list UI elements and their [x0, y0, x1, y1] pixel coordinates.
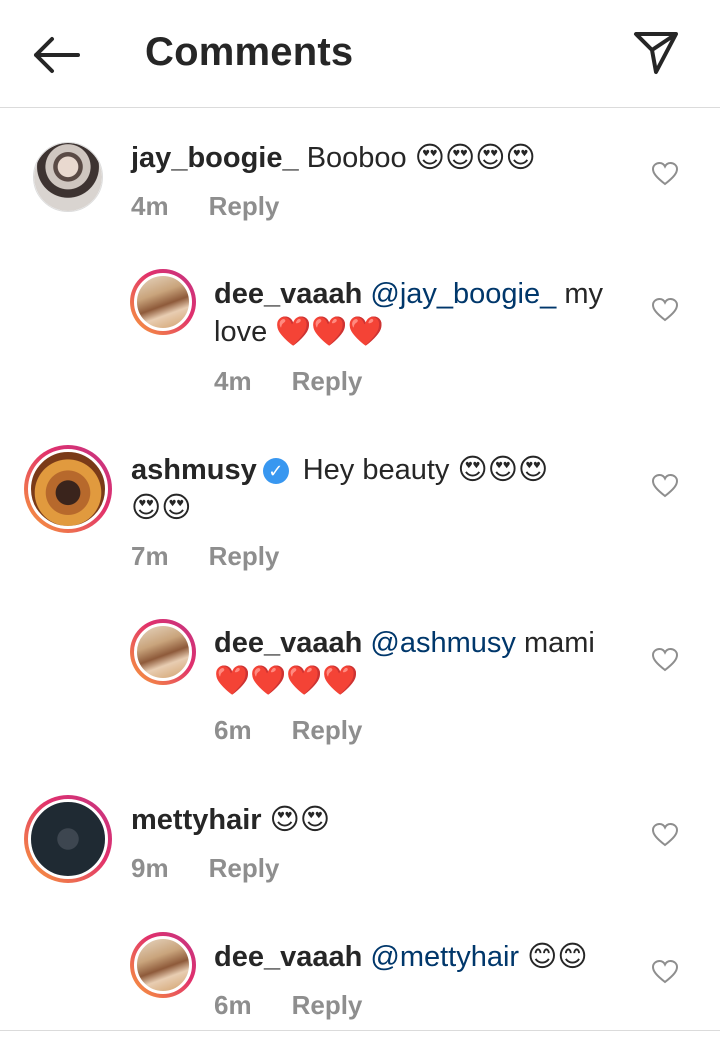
- avatar[interactable]: [130, 269, 196, 335]
- comment-mention[interactable]: @mettyhair: [370, 941, 519, 973]
- header-bar: Comments: [0, 0, 720, 108]
- paper-plane-icon[interactable]: [630, 26, 682, 78]
- comment-time: 6m: [214, 715, 252, 745]
- comment-emoji: 😍😍😍😍: [414, 140, 536, 174]
- comment-emoji: ❤️❤️❤️: [275, 314, 384, 348]
- comment-mention[interactable]: @ashmusy: [370, 627, 515, 659]
- avatar[interactable]: [130, 619, 196, 685]
- reply-button[interactable]: Reply: [292, 715, 363, 745]
- comment-meta: 9m Reply: [131, 853, 279, 884]
- comment-emoji: 😍😍😍: [457, 452, 549, 486]
- divider: [0, 1030, 720, 1031]
- comment-username[interactable]: dee_vaaah: [214, 627, 362, 659]
- heart-icon[interactable]: [652, 823, 678, 847]
- comment-time: 9m: [131, 853, 169, 883]
- verified-badge-icon: ✓: [262, 458, 289, 484]
- page-title: Comments: [145, 30, 354, 74]
- comment-text: dee_vaaah @ashmusy mami ❤️❤️❤️❤️: [214, 625, 634, 700]
- comment-emoji: ❤️❤️❤️❤️: [214, 663, 359, 697]
- heart-icon[interactable]: [652, 648, 678, 672]
- comment-text: ashmusy ✓ Hey beauty 😍😍😍 😍😍: [131, 451, 621, 527]
- comment-time: 6m: [214, 990, 252, 1020]
- reply-button[interactable]: Reply: [292, 990, 363, 1020]
- comment-emoji: 😍😍: [269, 802, 331, 836]
- comment-body-line2: love: [214, 316, 268, 348]
- comment-text: jay_boogie_ Booboo 😍😍😍😍: [131, 139, 536, 177]
- comment-meta: 7m Reply: [131, 541, 279, 572]
- comment-text: dee_vaaah @jay_boogie_ my love ❤️❤️❤️: [214, 276, 624, 351]
- comment-time: 7m: [131, 541, 169, 571]
- reply-button[interactable]: Reply: [292, 366, 363, 396]
- comment-mention[interactable]: @jay_boogie_: [370, 278, 556, 310]
- avatar[interactable]: [33, 142, 103, 212]
- comment-meta: 4m Reply: [131, 191, 279, 222]
- avatar[interactable]: [24, 445, 112, 533]
- heart-icon[interactable]: [652, 162, 678, 186]
- comment-text: mettyhair 😍😍: [131, 801, 330, 839]
- comment-username[interactable]: jay_boogie_: [131, 142, 299, 174]
- comment-emoji: 😊😊: [527, 939, 588, 973]
- heart-icon[interactable]: [652, 960, 678, 984]
- heart-icon[interactable]: [652, 474, 678, 498]
- heart-icon[interactable]: [652, 298, 678, 322]
- comment-username[interactable]: mettyhair: [131, 804, 262, 836]
- comment-body: Booboo: [306, 142, 407, 174]
- comment-username[interactable]: dee_vaaah: [214, 941, 362, 973]
- comment-text: dee_vaaah @mettyhair 😊😊: [214, 938, 588, 976]
- reply-button[interactable]: Reply: [209, 541, 280, 571]
- comment-meta: 6m Reply: [214, 715, 362, 746]
- arrow-left-icon[interactable]: [30, 33, 82, 77]
- comment-meta: 6m Reply: [214, 990, 362, 1021]
- comment-meta: 4m Reply: [214, 366, 362, 397]
- comment-body: mami: [523, 627, 595, 659]
- comment-time: 4m: [214, 366, 252, 396]
- comment-username[interactable]: dee_vaaah: [214, 278, 362, 310]
- comment-body: Hey beauty: [302, 454, 450, 486]
- reply-button[interactable]: Reply: [209, 191, 280, 221]
- comment-body: my: [564, 278, 603, 310]
- comment-emoji-line2: 😍😍: [131, 490, 192, 524]
- comment-time: 4m: [131, 191, 169, 221]
- avatar[interactable]: [24, 795, 112, 883]
- avatar[interactable]: [130, 932, 196, 998]
- reply-button[interactable]: Reply: [209, 853, 280, 883]
- comment-username[interactable]: ashmusy: [131, 454, 257, 486]
